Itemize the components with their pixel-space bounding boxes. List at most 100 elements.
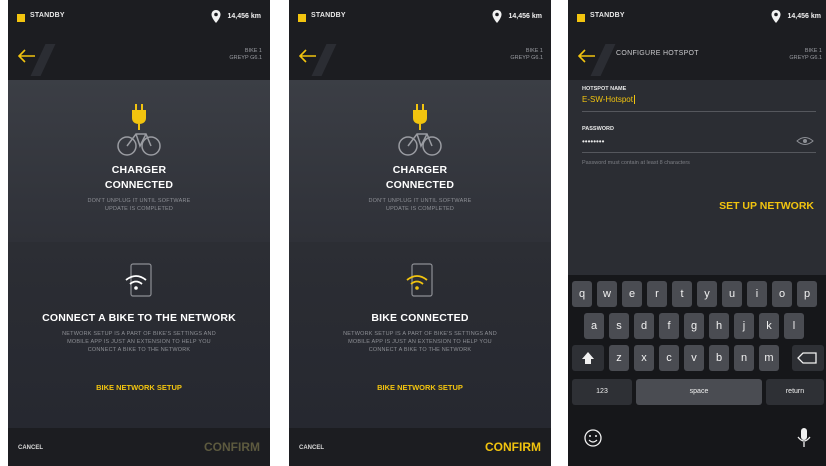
network-desc-line1: NETWORK SETUP IS A PART OF BIKE'S SETTIN… [343, 331, 497, 337]
cancel-button[interactable]: CANCEL [18, 445, 43, 451]
password-field[interactable]: •••••••• [582, 137, 604, 146]
key-d[interactable]: d [634, 313, 654, 339]
status-bar: STANDBY 14,456 km [8, 0, 270, 36]
key-x[interactable]: x [634, 345, 654, 371]
eye-icon[interactable] [796, 136, 814, 146]
hotspot-name-value: E-SW-Hotspot [582, 95, 633, 104]
hotspot-name-field[interactable]: E-SW-Hotspot [582, 95, 635, 105]
network-card: CONNECT A BIKE TO THE NETWORK NETWORK SE… [8, 242, 270, 428]
password-label: PASSWORD [582, 126, 614, 132]
space-key[interactable]: space [636, 379, 762, 405]
bike-model: GREYP G6.1 [789, 55, 822, 61]
backspace-key[interactable] [792, 345, 824, 371]
microphone-icon[interactable] [794, 425, 814, 451]
hotspot-name-label: HOTSPOT NAME [582, 86, 627, 92]
key-m[interactable]: m [759, 345, 779, 371]
location-pin-icon [492, 10, 502, 23]
shift-key[interactable] [572, 345, 604, 371]
status-bar: STANDBY 14,456 km [568, 0, 826, 36]
odometer: 14,456 km [227, 13, 261, 20]
key-v[interactable]: v [684, 345, 704, 371]
bike-network-setup-link[interactable]: BIKE NETWORK SETUP [8, 383, 270, 392]
charger-title-line2: CONNECTED [385, 179, 455, 191]
key-s[interactable]: s [609, 313, 629, 339]
key-g[interactable]: g [684, 313, 704, 339]
key-a[interactable]: a [584, 313, 604, 339]
odometer: 14,456 km [508, 13, 542, 20]
set-up-network-button[interactable]: SET UP NETWORK [719, 200, 814, 212]
confirm-button[interactable]: CONFIRM [485, 440, 541, 454]
hotspot-form: HOTSPOT NAME E-SW-Hotspot PASSWORD •••••… [568, 80, 826, 275]
phone-wifi-connected-icon [406, 263, 433, 297]
key-o[interactable]: o [772, 281, 792, 307]
password-underline [582, 152, 816, 153]
key-i[interactable]: i [747, 281, 767, 307]
status-mode: STANDBY [311, 12, 346, 19]
key-c[interactable]: c [659, 345, 679, 371]
key-p[interactable]: p [797, 281, 817, 307]
status-bar: STANDBY 14,456 km [289, 0, 551, 36]
key-j[interactable]: j [734, 313, 754, 339]
key-q[interactable]: q [572, 281, 592, 307]
charger-title-line2: CONNECTED [104, 179, 174, 191]
standby-indicator [17, 14, 25, 22]
network-title: BIKE CONNECTED [371, 312, 469, 324]
confirm-button[interactable]: CONFIRM [204, 440, 260, 454]
network-desc-line3: CONNECT A BIKE TO THE NETWORK [87, 347, 191, 353]
key-n[interactable]: n [734, 345, 754, 371]
network-desc-line2: MOBILE APP IS JUST AN EXTENSION TO HELP … [348, 339, 492, 345]
key-z[interactable]: z [609, 345, 629, 371]
cancel-button[interactable]: CANCEL [299, 445, 324, 451]
network-title: CONNECT A BIKE TO THE NETWORK [42, 312, 236, 324]
screen-charger-connect-network: STANDBY 14,456 km BIKE 1 GREYP G6.1 CHAR… [8, 0, 270, 466]
key-e[interactable]: e [622, 281, 642, 307]
key-t[interactable]: t [672, 281, 692, 307]
header-bar: BIKE 1 GREYP G6.1 [289, 36, 551, 80]
key-u[interactable]: u [722, 281, 742, 307]
status-mode: STANDBY [590, 12, 625, 19]
screen-configure-hotspot: STANDBY 14,456 km CONFIGURE HOTSPOT BIKE… [568, 0, 826, 466]
key-l[interactable]: l [784, 313, 804, 339]
return-key[interactable]: return [766, 379, 824, 405]
key-b[interactable]: b [709, 345, 729, 371]
bike-name: BIKE 1 [525, 48, 543, 54]
charger-note-line2: UPDATE IS COMPLETED [104, 206, 174, 212]
key-f[interactable]: f [659, 313, 679, 339]
standby-indicator [577, 14, 585, 22]
hotspot-name-underline [582, 111, 816, 112]
shift-icon [582, 352, 594, 364]
key-r[interactable]: r [647, 281, 667, 307]
footer-bar: CANCEL CONFIRM [289, 428, 551, 466]
screen-bike-connected: STANDBY 14,456 km BIKE 1 GREYP G6.1 CHAR… [289, 0, 551, 466]
password-hint: Password must contain at least 8 charact… [582, 160, 690, 166]
text-cursor [633, 95, 635, 105]
charger-title-line1: CHARGER [392, 164, 448, 176]
footer-bar: CANCEL CONFIRM [8, 428, 270, 466]
network-desc-line1: NETWORK SETUP IS A PART OF BIKE'S SETTIN… [62, 331, 216, 337]
charger-note-line2: UPDATE IS COMPLETED [385, 206, 455, 212]
charger-note-line1: DON'T UNPLUG IT UNTIL SOFTWARE [368, 198, 472, 204]
emoji-icon[interactable] [582, 427, 604, 449]
header-bar: BIKE 1 GREYP G6.1 [8, 36, 270, 80]
charger-title-line1: CHARGER [111, 164, 167, 176]
on-screen-keyboard: q w e r t y u i o p a s d f g h j k l z … [568, 275, 826, 466]
key-h[interactable]: h [709, 313, 729, 339]
charger-bike-icon [398, 104, 442, 156]
page-title: CONFIGURE HOTSPOT [616, 50, 699, 57]
numbers-key[interactable]: 123 [572, 379, 632, 405]
network-desc-line2: MOBILE APP IS JUST AN EXTENSION TO HELP … [67, 339, 211, 345]
charger-bike-icon [117, 104, 161, 156]
charger-card: CHARGER CONNECTED DON'T UNPLUG IT UNTIL … [8, 80, 270, 242]
bike-info: BIKE 1 GREYP G6.1 [789, 48, 822, 62]
bike-model: GREYP G6.1 [229, 55, 262, 61]
odometer: 14,456 km [787, 13, 821, 20]
network-desc-line3: CONNECT A BIKE TO THE NETWORK [368, 347, 472, 353]
key-w[interactable]: w [597, 281, 617, 307]
bike-network-setup-link[interactable]: BIKE NETWORK SETUP [289, 383, 551, 392]
standby-indicator [298, 14, 306, 22]
bike-info: BIKE 1 GREYP G6.1 [229, 48, 262, 62]
key-k[interactable]: k [759, 313, 779, 339]
backspace-icon [797, 352, 817, 364]
status-mode: STANDBY [30, 12, 65, 19]
key-y[interactable]: y [697, 281, 717, 307]
